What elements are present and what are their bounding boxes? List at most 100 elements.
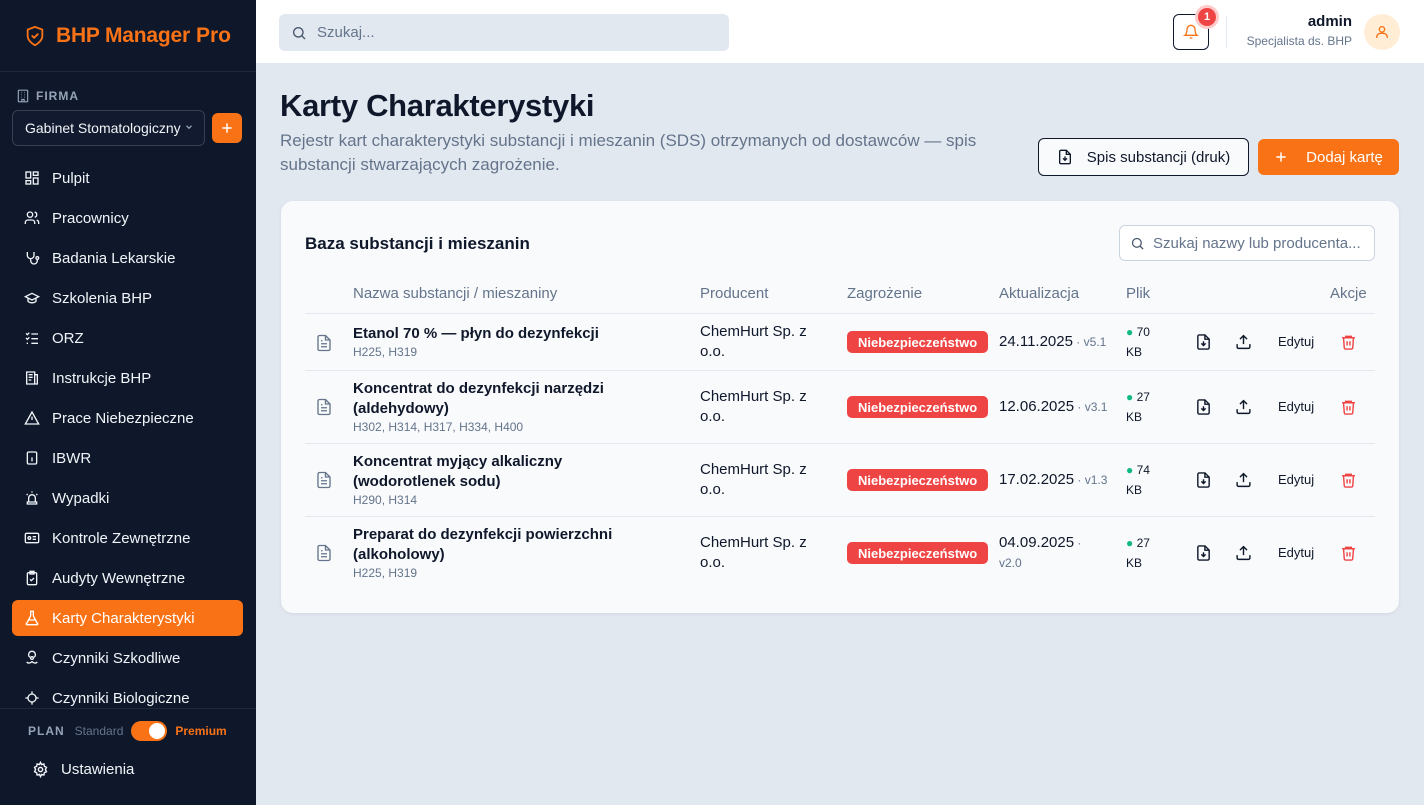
producer: ChemHurt Sp. z o.o. [700,388,807,425]
brand-name: BHP Manager [56,23,190,47]
plan-premium-label: Premium [175,724,227,738]
file-size-unit: KB [1126,410,1143,424]
search-icon [1131,237,1144,250]
col-header-hazard[interactable]: Zagrożenie [847,285,922,302]
add-firma-button[interactable] [212,113,242,143]
table-row[interactable]: Preparat do dezynfekcji powierzchni (alk… [305,517,1375,590]
firma-selected-value: Gabinet Stomatologiczny [25,120,181,136]
table-search-input[interactable] [1153,234,1373,252]
file-size: ● 27 KB [1126,387,1166,427]
user-info[interactable]: admin Specjalista ds. BHP [1247,13,1352,48]
trash-icon[interactable] [1340,471,1357,489]
file-size-unit: KB [1126,556,1143,570]
sidebar-item-pracownicy[interactable]: Pracownicy [12,200,243,236]
file-size: ● 70 KB [1126,322,1166,362]
file-size-value: 27 [1136,390,1150,404]
producer: ChemHurt Sp. z o.o. [700,461,807,498]
checklist-icon [25,332,38,344]
stethoscope-icon [26,252,40,265]
global-search[interactable] [279,14,729,51]
print-substances-button[interactable]: Spis substancji (druk) [1038,138,1249,176]
download-icon[interactable] [1195,333,1212,351]
sidebar-item-pulpit[interactable]: Pulpit [12,160,243,196]
version-sep: · [1072,335,1084,349]
edit-button[interactable]: Edytuj [1278,399,1314,414]
sidebar-item-badania[interactable]: Badania Lekarskie [12,240,243,276]
edit-button[interactable]: Edytuj [1278,545,1314,560]
table-row[interactable]: Koncentrat do dezynfekcji narzędzi (alde… [305,371,1375,444]
sidebar-item-karty-charakterystyki[interactable]: Karty Charakterystyki [12,600,243,636]
col-header-updated[interactable]: Aktualizacja [999,285,1079,302]
col-header-producer[interactable]: Producent [700,285,768,302]
sidebar-item-orz[interactable]: ORZ [12,320,243,356]
trash-icon[interactable] [1340,398,1357,416]
col-header-actions: Akcje [1330,285,1367,302]
table-search[interactable] [1119,225,1375,261]
avatar[interactable] [1364,14,1400,50]
substance-name[interactable]: Etanol 70 % — płyn do dezynfekcji [353,324,663,344]
plan-switch-row: PLAN Standard Premium [28,721,227,741]
add-card-button[interactable]: Dodaj kartę [1258,139,1399,175]
sidebar-item-wypadki[interactable]: Wypadki [12,480,243,516]
trash-icon[interactable] [1340,333,1357,351]
settings-link[interactable]: Ustawienia [32,761,134,778]
sidebar-item-audyty[interactable]: Audyty Wewnętrzne [12,560,243,596]
upload-icon[interactable] [1235,544,1252,562]
sidebar-item-czynniki-szkodliwe[interactable]: Czynniki Szkodliwe [12,640,243,676]
substance-name[interactable]: Preparat do dezynfekcji powierzchni (alk… [353,525,663,565]
update-cell: 04.09.2025 · v2.0 [999,533,1111,573]
update-cell: 24.11.2025 · v5.1 [999,332,1111,352]
hazard-codes: H225, H319 [353,566,418,580]
substance-name[interactable]: Koncentrat myjący alkaliczny (wodorotlen… [353,452,663,492]
status-dot: ● [1126,536,1134,550]
notifications-badge: 1 [1198,8,1216,26]
sidebar-item-szkolenia[interactable]: Szkolenia BHP [12,280,243,316]
file-size-unit: KB [1126,483,1143,497]
edit-button[interactable]: Edytuj [1278,334,1314,349]
download-icon[interactable] [1195,544,1212,562]
plan-label: PLAN [28,724,65,738]
sidebar-item-czynniki-biologiczne[interactable]: Czynniki Biologiczne [12,680,243,708]
plan-standard-label: Standard [74,724,124,738]
file-size: ● 74 KB [1126,460,1166,500]
plus-icon [1276,152,1286,162]
edit-button[interactable]: Edytuj [1278,472,1314,487]
col-header-file: Plik [1126,285,1151,302]
col-header-name[interactable]: Nazwa substancji / mieszaniny [353,285,557,302]
table-row[interactable]: Koncentrat myjący alkaliczny (wodorotlen… [305,444,1375,517]
version-sep: · [1074,536,1082,550]
upload-icon[interactable] [1235,333,1252,351]
dashboard-icon [25,171,39,185]
firma-select[interactable]: Gabinet Stomatologiczny [12,110,205,146]
global-search-input[interactable] [317,24,717,41]
upload-icon[interactable] [1235,398,1252,416]
status-dot: ● [1126,325,1134,339]
sidebar-item-instrukcje[interactable]: Instrukcje BHP [12,360,243,396]
document-icon [317,471,331,489]
version-sep: · [1074,473,1085,487]
file-size-value: 74 [1136,463,1150,477]
file-size-unit: KB [1126,345,1143,359]
version: v5.1 [1083,335,1107,349]
download-icon[interactable] [1195,398,1212,416]
substance-name[interactable]: Koncentrat do dezynfekcji narzędzi (alde… [353,379,663,419]
table-row[interactable]: Etanol 70 % — płyn do dezynfekcji H225, … [305,314,1375,371]
sidebar-item-ibwr[interactable]: IBWR [12,440,243,476]
user-role: Specjalista ds. BHP [1246,34,1352,48]
producer: ChemHurt Sp. z o.o. [700,534,807,571]
sidebar-item-prace-niebezpieczne[interactable]: Prace Niebezpieczne [12,400,243,436]
building-icon [17,89,29,103]
plus-icon [222,123,232,133]
hazard-badge: Niebezpieczeństwo [847,331,989,353]
hazard-badge: Niebezpieczeństwo [847,396,989,418]
version: v1.3 [1084,473,1108,487]
download-icon[interactable] [1195,471,1212,489]
update-cell: 12.06.2025 · v3.1 [999,397,1111,417]
upload-icon[interactable] [1235,471,1252,489]
card-title: Baza substancji i mieszanin [305,234,530,253]
plan-toggle[interactable] [131,721,168,741]
trash-icon[interactable] [1340,544,1357,562]
update-date: 12.06.2025 [999,398,1075,415]
brand[interactable]: BHP Manager Pro [0,0,256,72]
sidebar-item-kontrole[interactable]: Kontrole Zewnętrzne [12,520,243,556]
